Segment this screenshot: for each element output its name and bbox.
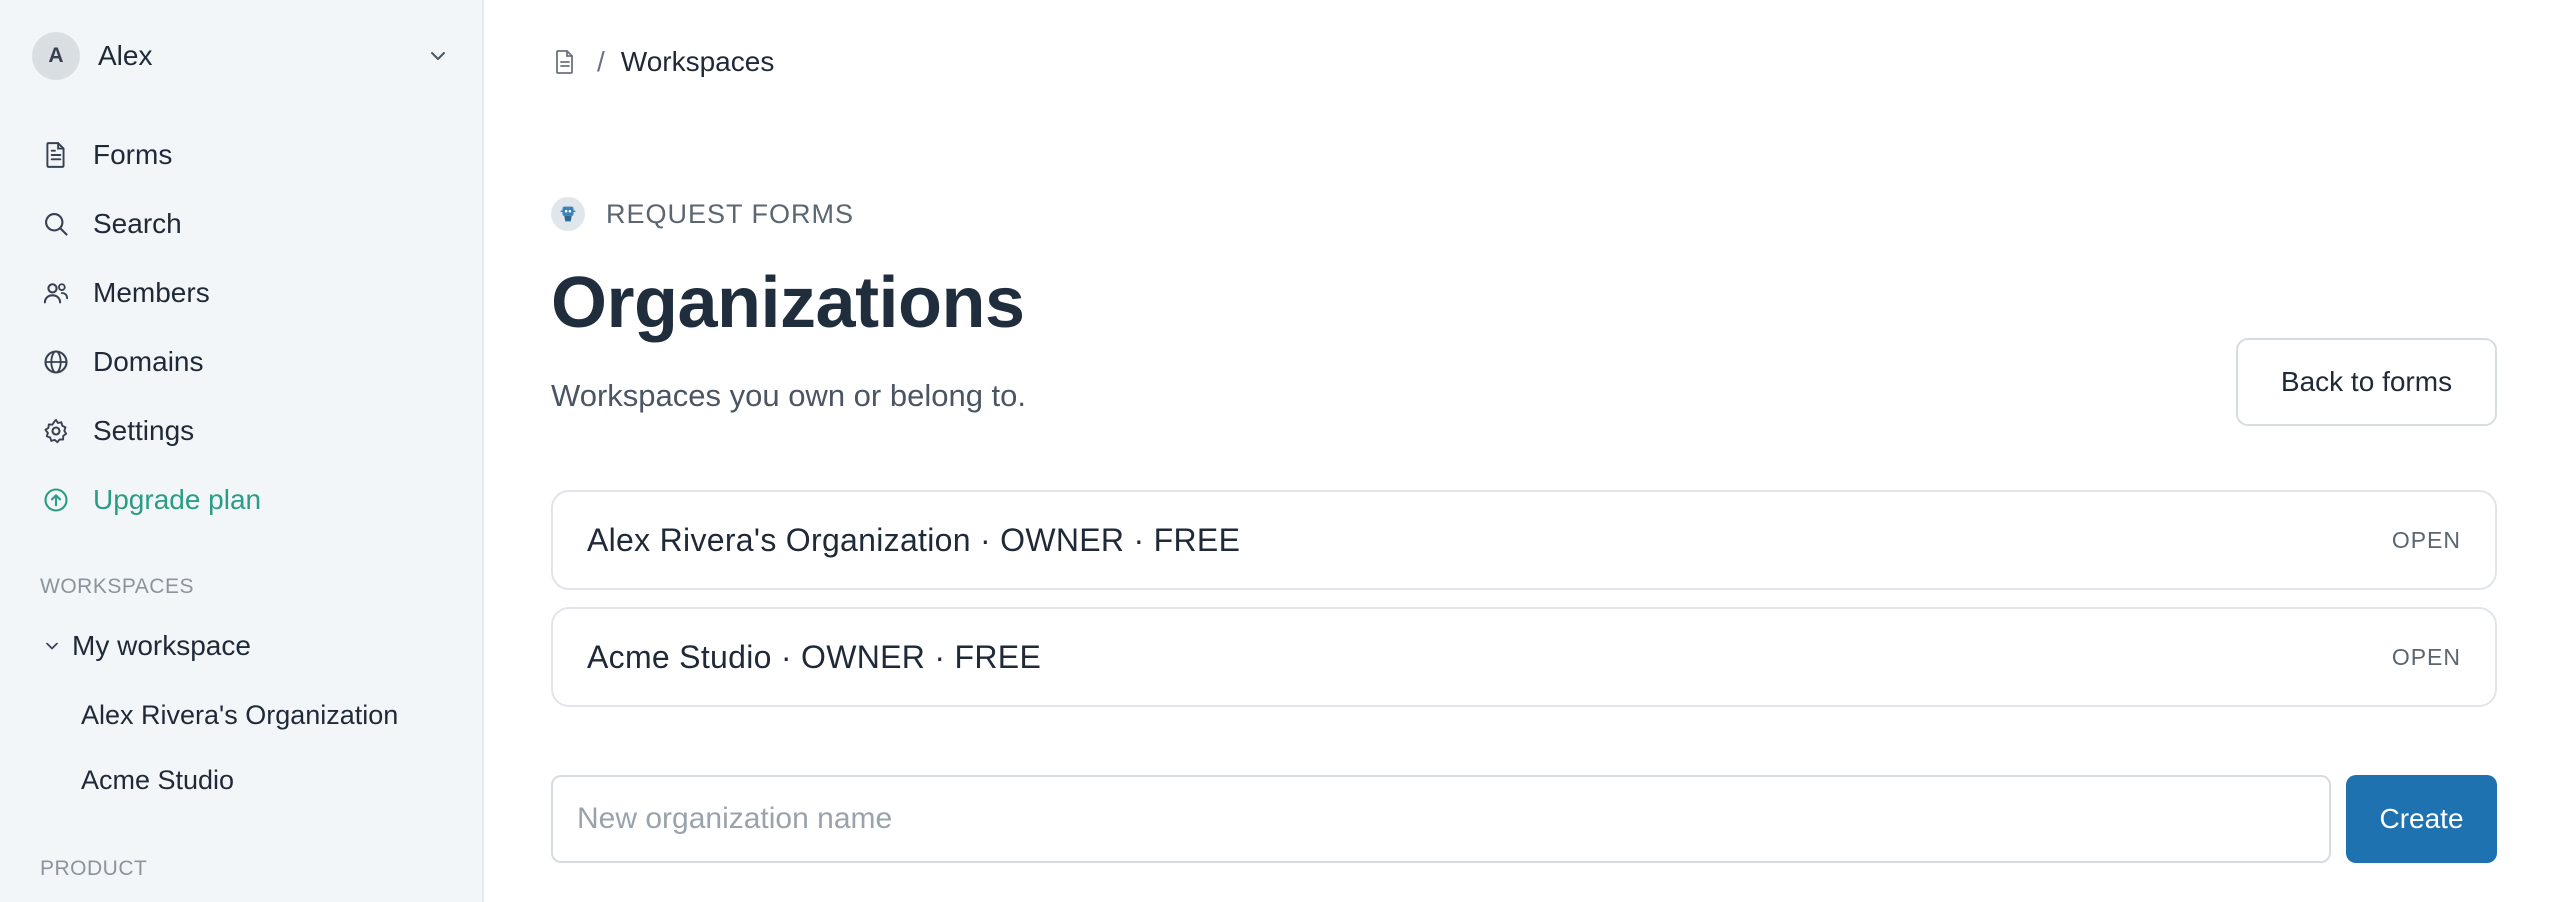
workspaces-section-label: WORKSPACES [40,575,194,598]
sidebar-item-members[interactable]: Members [40,273,210,313]
page-subtitle: Workspaces you own or belong to. [551,378,1027,413]
gear-icon [40,415,72,447]
sidebar-item-label: Domains [93,346,204,377]
sidebar-item-label: Forms [93,139,173,170]
create-button[interactable]: Create [2346,775,2497,863]
breadcrumb-separator: / [597,46,605,77]
globe-icon [40,346,72,378]
sidebar-item-label: Members [93,277,210,308]
sidebar-item-upgrade-plan[interactable]: Upgrade plan [40,480,261,520]
page-eyebrow: REQUEST FORMS [551,196,854,232]
sidebar-item-forms[interactable]: Forms [40,135,172,175]
sidebar: A Alex Forms Search Members Domains Sett… [0,0,484,902]
sidebar-item-search[interactable]: Search [40,204,182,244]
document-icon [40,139,72,171]
workspace-group-toggle[interactable]: My workspace [40,626,251,666]
breadcrumb-current: Workspaces [620,46,775,77]
workspace-item[interactable]: Alex Rivera's Organization [81,700,398,731]
user-name: Alex [98,40,153,71]
sidebar-item-domains[interactable]: Domains [40,342,203,382]
eyebrow-label: REQUEST FORMS [606,198,855,229]
document-icon[interactable] [551,46,579,78]
product-section-label: PRODUCT [40,857,148,880]
new-organization-input[interactable] [551,775,2331,863]
sidebar-item-settings[interactable]: Settings [40,411,194,451]
search-icon [40,208,72,240]
open-link[interactable]: OPEN [2392,644,2461,671]
organization-row[interactable]: Alex Rivera's Organization · OWNER · FRE… [551,490,2497,590]
organization-row[interactable]: Acme Studio · OWNER · FREE OPEN [551,607,2497,707]
workspace-item[interactable]: Acme Studio [81,765,234,796]
organization-label: Acme Studio · OWNER · FREE [587,638,1042,675]
organization-label: Alex Rivera's Organization · OWNER · FRE… [587,521,1241,558]
sidebar-item-label: Search [93,208,182,239]
members-icon [40,277,72,309]
breadcrumb: / Workspaces [551,42,774,82]
chevron-down-icon [40,634,64,658]
app-logo-icon [551,197,585,231]
avatar: A [32,32,80,80]
arrow-up-circle-icon [40,484,72,516]
chevron-down-icon [426,44,450,68]
user-switcher[interactable]: A Alex [32,32,452,80]
open-link[interactable]: OPEN [2392,527,2461,554]
page-title: Organizations [551,263,1025,343]
workspace-group-label: My workspace [72,630,251,661]
sidebar-item-label: Settings [93,415,195,446]
sidebar-item-label: Upgrade plan [93,484,262,515]
back-to-forms-button[interactable]: Back to forms [2236,338,2497,426]
